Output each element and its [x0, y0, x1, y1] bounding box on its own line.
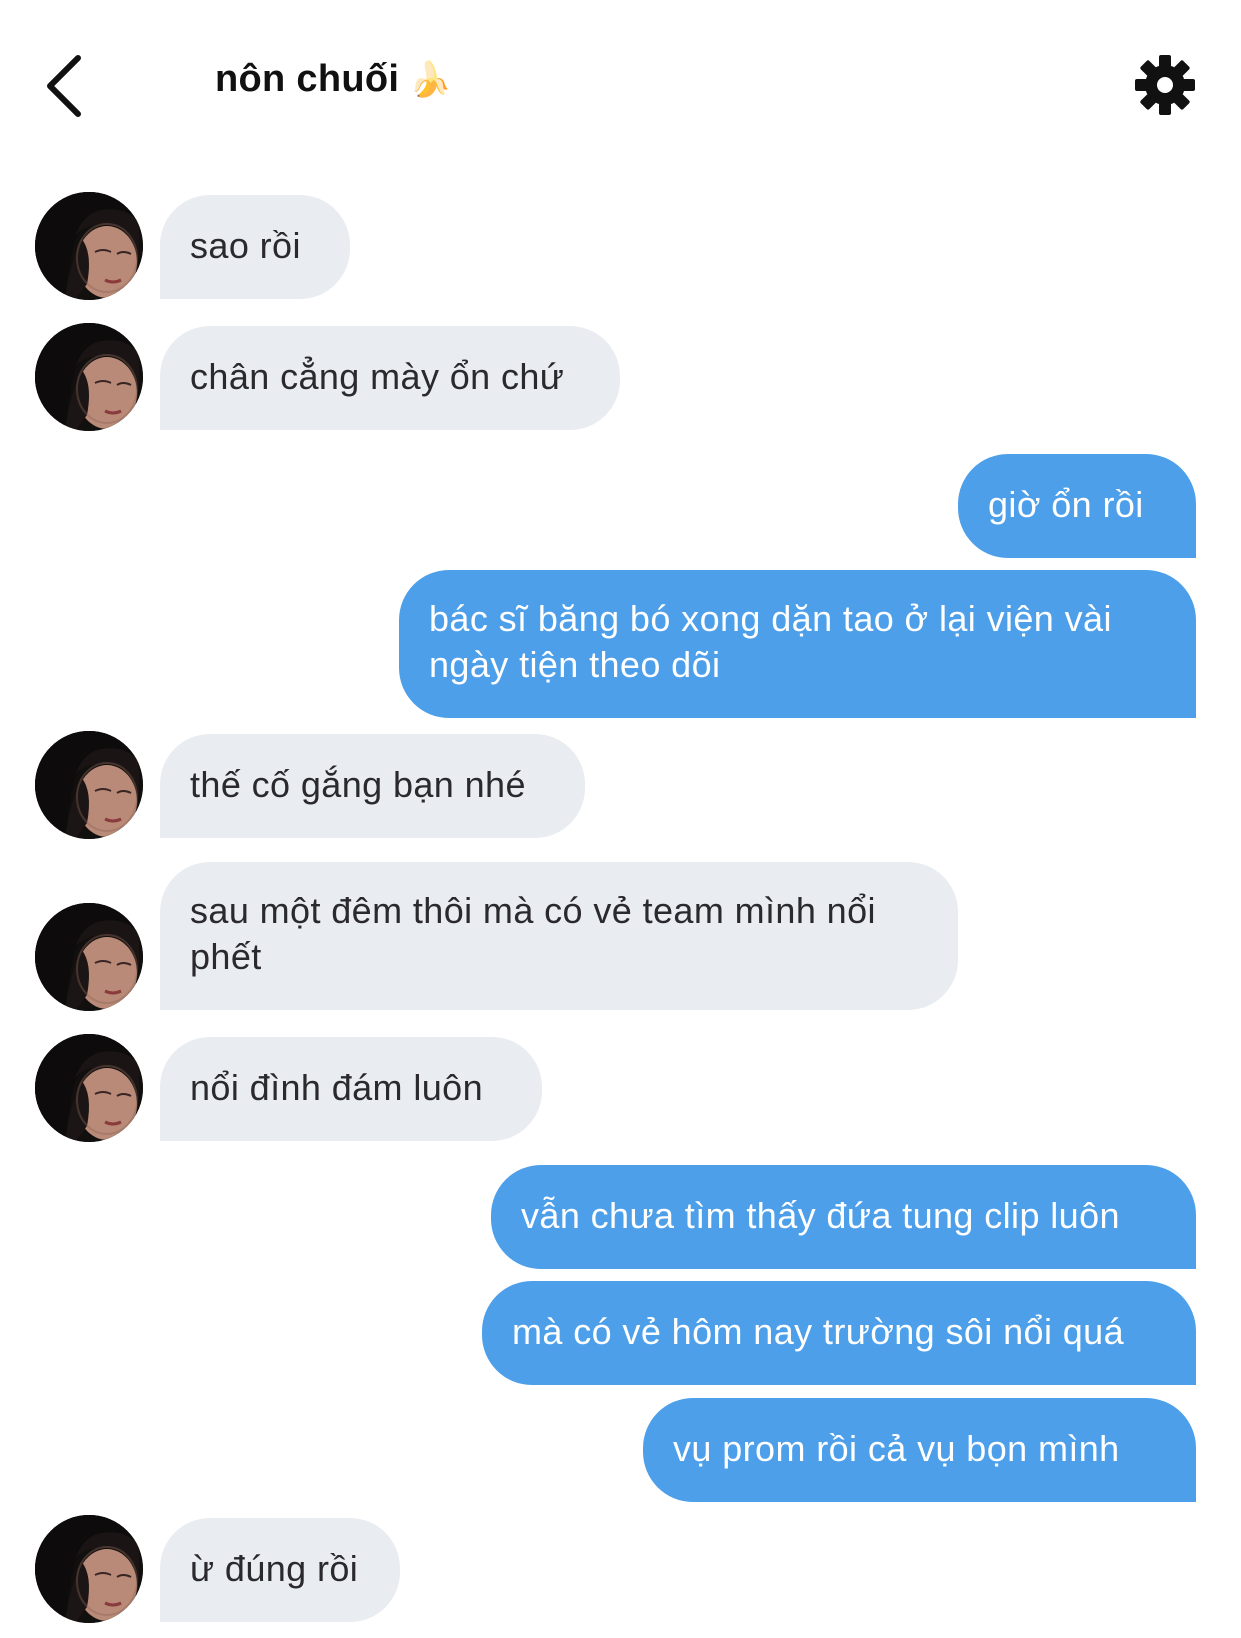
avatar[interactable]	[35, 323, 143, 431]
incoming-message[interactable]: ừ đúng rồi	[160, 1518, 400, 1622]
outgoing-message[interactable]: giờ ổn rồi	[958, 454, 1196, 558]
message-thread[interactable]: sao rồi chân cẳng mày ổn chứ giờ ổn rồi …	[0, 0, 1241, 1638]
outgoing-message[interactable]: vẫn chưa tìm thấy đứa tung clip luôn	[491, 1165, 1196, 1269]
avatar[interactable]	[35, 731, 143, 839]
avatar[interactable]	[35, 903, 143, 1011]
incoming-message[interactable]: sau một đêm thôi mà có vẻ team mình nổi …	[160, 862, 958, 1010]
outgoing-message[interactable]: bác sĩ băng bó xong dặn tao ở lại viện v…	[399, 570, 1196, 718]
outgoing-message[interactable]: mà có vẻ hôm nay trường sôi nổi quá	[482, 1281, 1196, 1385]
incoming-message[interactable]: nổi đình đám luôn	[160, 1037, 542, 1141]
avatar[interactable]	[35, 1034, 143, 1142]
incoming-message[interactable]: sao rồi	[160, 195, 350, 299]
avatar[interactable]	[35, 192, 143, 300]
avatar[interactable]	[35, 1515, 143, 1623]
incoming-message[interactable]: chân cẳng mày ổn chứ	[160, 326, 620, 430]
outgoing-message[interactable]: vụ prom rồi cả vụ bọn mình	[643, 1398, 1196, 1502]
incoming-message[interactable]: thế cố gắng bạn nhé	[160, 734, 585, 838]
